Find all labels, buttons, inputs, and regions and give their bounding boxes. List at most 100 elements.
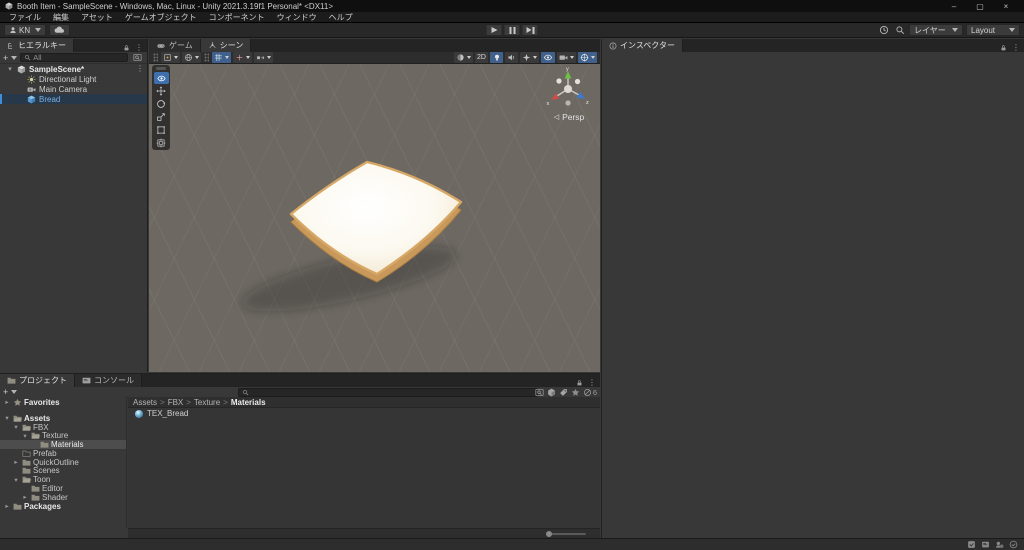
- search-button[interactable]: [893, 25, 906, 36]
- scene-visibility-button[interactable]: [541, 52, 555, 63]
- undo-history-button[interactable]: [877, 25, 890, 36]
- menu-kebab-icon[interactable]: ⋮: [135, 44, 143, 52]
- hierarchy-row[interactable]: ▾ SampleScene* ⋮: [0, 64, 147, 74]
- menu-item[interactable]: ゲームオブジェクト: [119, 12, 203, 23]
- project-tree-row[interactable]: ▾ Assets: [0, 414, 126, 423]
- menu-kebab-icon[interactable]: ⋮: [136, 65, 147, 73]
- slider-knob[interactable]: [546, 530, 552, 537]
- project-tree-row[interactable]: ▸ QuickOutline: [0, 458, 126, 467]
- hierarchy-search-input[interactable]: All: [20, 53, 128, 62]
- pivot-toggle-button[interactable]: [161, 52, 180, 63]
- audio-toggle-button[interactable]: [505, 52, 518, 63]
- increment-snap-button[interactable]: [233, 52, 252, 63]
- breadcrumb-item[interactable]: Texture: [194, 398, 220, 407]
- project-tree-row[interactable]: ▸ Favorites: [0, 398, 126, 407]
- expand-arrow-icon[interactable]: ▾: [12, 476, 20, 484]
- rotate-tool-button[interactable]: [154, 98, 169, 110]
- lock-icon[interactable]: [1000, 44, 1007, 52]
- expand-arrow-icon[interactable]: ▸: [3, 502, 11, 510]
- hidden-packages-toggle[interactable]: 6: [583, 388, 597, 397]
- menu-kebab-icon[interactable]: ⋮: [1012, 44, 1020, 52]
- type-filter-button[interactable]: [547, 388, 556, 397]
- expand-arrow-icon[interactable]: ▸: [21, 493, 29, 501]
- favorites-filter-button[interactable]: [571, 388, 580, 397]
- menu-kebab-icon[interactable]: ⋮: [588, 379, 596, 387]
- progress-icon[interactable]: [967, 540, 976, 549]
- project-tree-row[interactable]: Prefab: [0, 449, 126, 458]
- breadcrumb-item[interactable]: Assets: [133, 398, 157, 407]
- tab-ゲーム[interactable]: ゲーム: [149, 39, 201, 52]
- tab-シーン[interactable]: シーン: [200, 39, 252, 52]
- expand-arrow-icon[interactable]: ▸: [12, 458, 20, 466]
- orientation-gizmo[interactable]: y x z: [545, 66, 591, 112]
- project-tree-row[interactable]: Editor: [0, 484, 126, 493]
- asset-item[interactable]: TEX_Bread: [128, 408, 600, 419]
- project-tree-row[interactable]: ▾ FBX: [0, 423, 126, 432]
- menu-item[interactable]: アセット: [75, 12, 119, 23]
- minimize-button[interactable]: –: [941, 0, 967, 12]
- camera-settings-dropdown[interactable]: [557, 52, 576, 63]
- tab-プロジェクト[interactable]: プロジェクト: [0, 374, 75, 387]
- project-search-input[interactable]: [238, 388, 538, 397]
- layers-dropdown[interactable]: レイヤー: [909, 24, 963, 36]
- tab-コンソール[interactable]: コンソール: [75, 374, 142, 387]
- play-button[interactable]: [485, 24, 503, 36]
- hierarchy-row[interactable]: Main Camera: [0, 84, 147, 94]
- overlay-drag-handle[interactable]: [153, 53, 158, 62]
- expand-arrow-icon[interactable]: ▸: [3, 398, 11, 406]
- sync-check-icon[interactable]: [1009, 540, 1018, 549]
- menu-item[interactable]: 編集: [47, 12, 75, 23]
- menu-item[interactable]: ヘルプ: [323, 12, 359, 23]
- breadcrumb-item[interactable]: FBX: [168, 398, 184, 407]
- overlay-drag-handle[interactable]: [156, 67, 166, 70]
- cloud-button[interactable]: [49, 24, 71, 36]
- add-object-button[interactable]: +: [3, 52, 18, 63]
- menu-item[interactable]: ファイル: [3, 12, 47, 23]
- project-tree-row[interactable]: ▸ Packages: [0, 502, 126, 511]
- menu-item[interactable]: コンポーネント: [203, 12, 271, 23]
- layout-dropdown[interactable]: Layout: [966, 24, 1020, 36]
- effects-dropdown[interactable]: [520, 52, 539, 63]
- tab-hierarchy[interactable]: ヒエラルキー: [0, 39, 74, 52]
- grid-snapping-button[interactable]: [212, 52, 231, 63]
- view-tool-button[interactable]: [153, 72, 169, 84]
- hierarchy-row[interactable]: Bread: [0, 94, 147, 104]
- thumbnail-zoom-slider[interactable]: [546, 530, 586, 537]
- step-button[interactable]: [521, 24, 539, 36]
- lock-icon[interactable]: [576, 379, 583, 387]
- tab-inspector[interactable]: インスペクター: [602, 39, 683, 52]
- maximize-button[interactable]: ▢: [967, 0, 993, 12]
- move-snap-button[interactable]: [254, 52, 273, 63]
- search-window-button[interactable]: [535, 388, 544, 397]
- project-tree-row[interactable]: ▾ Toon: [0, 475, 126, 484]
- search-window-button[interactable]: [131, 52, 144, 63]
- expand-arrow-icon[interactable]: ▾: [6, 65, 14, 73]
- project-tree-row[interactable]: Scenes: [0, 466, 126, 475]
- expand-arrow-icon[interactable]: ▾: [12, 423, 20, 431]
- lock-icon[interactable]: [123, 44, 130, 52]
- project-tree-row[interactable]: ▾ Texture: [0, 431, 126, 440]
- gizmos-dropdown[interactable]: [578, 52, 597, 63]
- lighting-toggle-button[interactable]: [490, 52, 503, 63]
- project-tree-row[interactable]: ▸ Shader: [0, 493, 126, 502]
- expand-arrow-icon[interactable]: ▾: [3, 414, 11, 422]
- project-tree-row[interactable]: Materials: [0, 440, 126, 449]
- add-asset-button[interactable]: +: [3, 387, 18, 398]
- 2d-toggle-button[interactable]: 2D: [475, 52, 488, 63]
- close-button[interactable]: ×: [993, 0, 1019, 12]
- breadcrumb-item[interactable]: Materials: [231, 398, 266, 407]
- hierarchy-row[interactable]: Directional Light: [0, 74, 147, 84]
- menu-item[interactable]: ウィンドウ: [271, 12, 323, 23]
- rect-tool-button[interactable]: [154, 124, 169, 136]
- transform-tool-button[interactable]: [154, 137, 169, 149]
- scale-tool-button[interactable]: [154, 111, 169, 123]
- projection-toggle[interactable]: ◁ Persp: [537, 112, 600, 122]
- move-tool-button[interactable]: [154, 85, 169, 97]
- expand-arrow-icon[interactable]: ▾: [21, 432, 29, 440]
- collab-icon[interactable]: [995, 540, 1004, 549]
- shading-mode-dropdown[interactable]: [454, 52, 473, 63]
- scene-viewport[interactable]: y x z ◁ Persp: [149, 64, 600, 372]
- account-button[interactable]: KN: [4, 24, 47, 36]
- overlay-drag-handle[interactable]: [204, 53, 209, 62]
- global-local-toggle-button[interactable]: [182, 52, 201, 63]
